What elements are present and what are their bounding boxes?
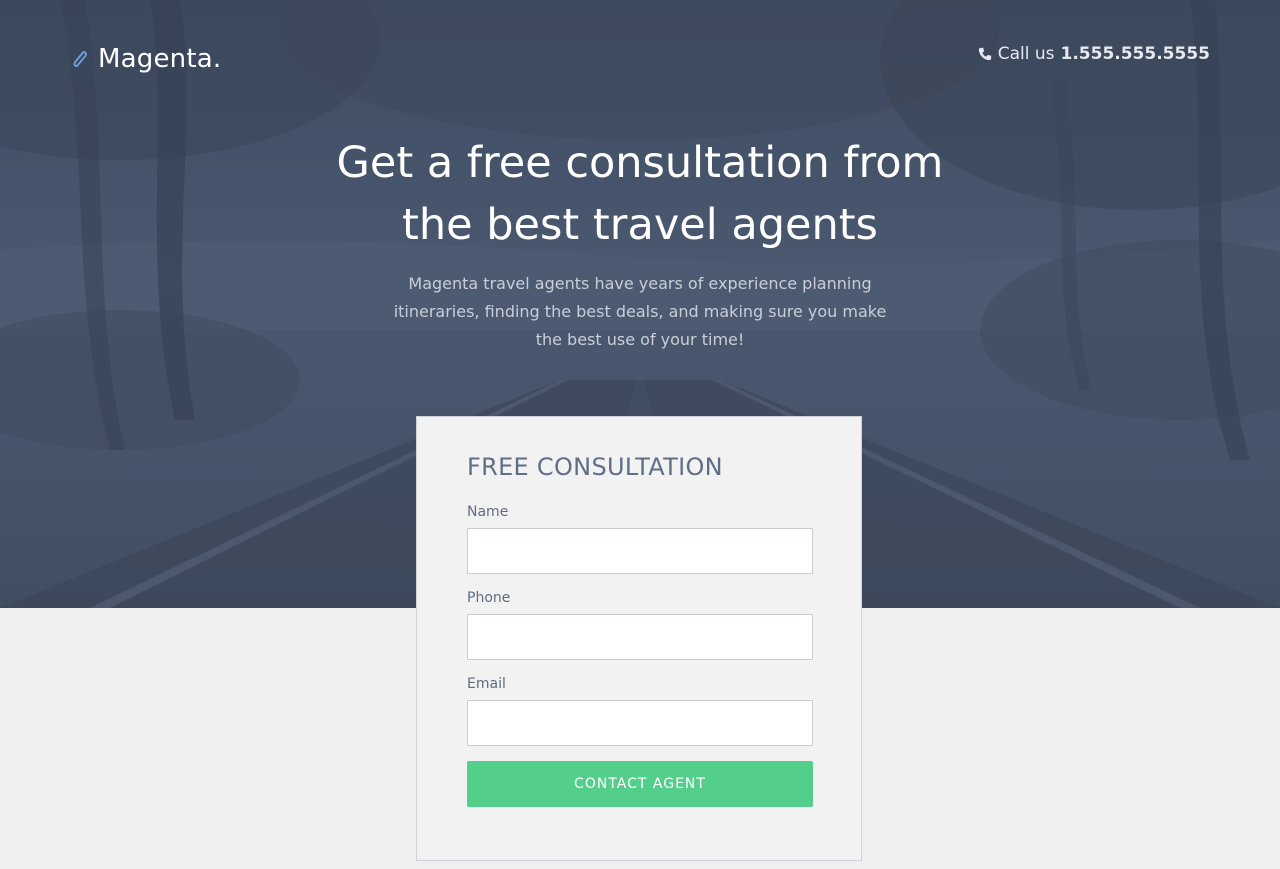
call-us[interactable]: Call us 1.555.555.5555 (978, 42, 1210, 66)
phone-number[interactable]: 1.555.555.5555 (1061, 44, 1211, 64)
name-label: Name (467, 504, 509, 520)
paperclip-icon (73, 50, 87, 67)
hero-subtext: Magenta travel agents have years of expe… (393, 274, 887, 349)
email-field[interactable] (467, 700, 813, 746)
phone-label: Phone (467, 590, 511, 606)
logo[interactable]: Magenta. (68, 42, 221, 76)
phone-icon (978, 47, 991, 61)
contact-agent-button[interactable]: CONTACT AGENT (467, 761, 813, 807)
hero-headline: Get a free consultation from the best tr… (336, 138, 944, 250)
email-label: Email (467, 676, 506, 692)
phone-field[interactable] (467, 614, 813, 660)
name-field[interactable] (467, 528, 813, 574)
form-title: FREE CONSULTATION (467, 453, 723, 481)
call-prefix: Call us (997, 44, 1055, 64)
brand-name: Magenta. (98, 44, 222, 74)
consultation-form: FREE CONSULTATION Name Phone Email CONTA… (416, 416, 862, 861)
